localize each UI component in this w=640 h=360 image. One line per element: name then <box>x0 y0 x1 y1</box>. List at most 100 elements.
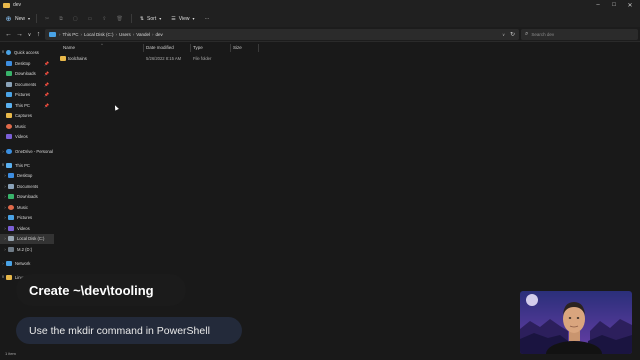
pictures-icon <box>6 92 12 97</box>
delete-button[interactable]: 🗑 <box>116 16 122 22</box>
overlay-headline: Create ~\dev\tooling <box>16 274 186 306</box>
star-icon <box>6 49 11 55</box>
sidebar-item-pictures[interactable]: Pictures 📌 <box>0 90 54 100</box>
pin-icon: 📌 <box>44 92 49 97</box>
forward-button[interactable]: → <box>15 30 24 39</box>
documents-icon <box>8 183 14 189</box>
linux-icon <box>6 274 12 280</box>
rename-button[interactable]: ▭ <box>88 16 93 22</box>
address-row: ← → ∨ ↑ › This PC › Local Disk (C:) › Us… <box>0 27 640 42</box>
pc-icon <box>6 162 12 168</box>
sidebar-item-downloads[interactable]: Downloads 📌 <box>0 69 54 79</box>
back-button[interactable]: ← <box>4 30 13 39</box>
paste-button[interactable]: ▢ <box>73 16 78 22</box>
sidebar-item-videos[interactable]: Videos <box>0 132 54 142</box>
sidebar-item-this-pc[interactable]: ∨ This PC <box>0 160 54 170</box>
sidebar-item-documents[interactable]: Documents 📌 <box>0 79 54 89</box>
documents-icon <box>6 81 12 87</box>
pictures-icon <box>8 215 14 220</box>
sidebar-item-desktop[interactable]: Desktop 📌 <box>0 58 54 68</box>
sidebar-item-captures[interactable]: Captures <box>0 111 54 121</box>
share-button[interactable]: ⇪ <box>102 16 106 22</box>
music-icon <box>6 123 12 129</box>
breadcrumb[interactable]: Users <box>119 32 131 37</box>
sidebar-item-pc-videos[interactable]: › Videos <box>0 223 54 233</box>
sidebar-item-pc-documents[interactable]: › Documents <box>0 181 54 191</box>
downloads-icon <box>8 194 14 199</box>
sidebar-item-this-pc-pinned[interactable]: This PC 📌 <box>0 100 54 110</box>
cloud-icon <box>6 148 12 154</box>
sidebar-item-pc-desktop[interactable]: › Desktop <box>0 171 54 181</box>
pin-icon: 📌 <box>44 102 49 108</box>
refresh-icon: ↻ <box>509 32 516 38</box>
up-button[interactable]: ↑ <box>34 30 43 39</box>
chevron-down-icon: ▾ <box>192 16 195 21</box>
webcam-image <box>520 291 632 354</box>
sidebar-item-m2-drive[interactable]: › M.2 (D:) <box>0 244 54 254</box>
folder-icon <box>3 2 10 8</box>
sidebar-item-pc-downloads[interactable]: › Downloads <box>0 192 54 202</box>
folder-icon <box>6 113 12 118</box>
command-bar: ⊕ New ▾ ✂ ⧉ ▢ ▭ ⇪ 🗑 ⇅ Sort ▾ ☰ View ▾ ··… <box>0 10 640 27</box>
file-name: toolchains <box>68 56 87 61</box>
videos-icon <box>6 134 12 139</box>
sidebar-item-pc-pictures[interactable]: › Pictures <box>0 213 54 223</box>
arrow-left-icon: ← <box>5 31 12 38</box>
plus-icon: ⊕ <box>5 15 12 23</box>
downloads-icon <box>6 71 12 76</box>
sort-icon: ⇅ <box>139 15 145 22</box>
sidebar-item-music[interactable]: Music <box>0 121 54 131</box>
paste-icon: ▢ <box>72 15 78 22</box>
chevron-down-icon[interactable]: ∨ <box>502 32 505 37</box>
pc-icon <box>6 102 12 108</box>
status-item-count: 1 item <box>5 351 16 356</box>
refresh-button[interactable]: ↻ <box>508 30 517 39</box>
sidebar-item-quick-access[interactable]: ∨ Quick access <box>0 47 54 57</box>
breadcrumb[interactable]: Local Disk (C:) <box>84 32 114 37</box>
view-icon: ☰ <box>171 15 176 22</box>
recent-button[interactable]: ∨ <box>25 30 34 39</box>
maximize-button[interactable]: □ <box>606 0 622 10</box>
sidebar-item-local-disk[interactable]: › Local Disk (C:) <box>0 233 54 244</box>
view-button[interactable]: ☰ View ▾ <box>171 16 194 22</box>
chevron-down-icon: ∨ <box>27 31 32 38</box>
column-header-date[interactable]: Date modified <box>146 45 174 50</box>
mouse-cursor <box>113 104 119 111</box>
file-date: 5/26/2022 8:15 AM <box>146 56 182 61</box>
sidebar-item-onedrive[interactable]: › OneDrive - Personal <box>0 146 54 156</box>
file-row[interactable]: toolchains 5/26/2022 8:15 AM File folder <box>58 54 268 63</box>
copy-icon: ⧉ <box>59 15 63 22</box>
pin-icon: 📌 <box>44 81 49 87</box>
desktop-icon <box>6 60 12 66</box>
music-icon <box>8 204 14 210</box>
column-headers: Name ^ Date modified Type Size <box>58 42 268 53</box>
arrow-up-icon: ↑ <box>36 31 41 38</box>
address-bar[interactable]: › This PC › Local Disk (C:) › Users › Va… <box>45 29 519 40</box>
sort-button[interactable]: ⇅ Sort ▾ <box>140 16 161 22</box>
minimize-button[interactable]: – <box>590 0 606 10</box>
pc-icon <box>49 32 56 37</box>
window-title: dev <box>13 2 22 8</box>
more-button[interactable]: ··· <box>204 16 209 22</box>
breadcrumb[interactable]: dev <box>155 32 162 37</box>
desktop-icon <box>8 173 14 178</box>
sidebar-item-pc-music[interactable]: › Music <box>0 202 54 212</box>
webcam-overlay <box>520 291 632 354</box>
new-button[interactable]: ⊕ New ▾ <box>5 15 30 23</box>
rename-icon: ▭ <box>87 15 93 22</box>
arrow-right-icon: → <box>16 31 23 38</box>
cut-button[interactable]: ✂ <box>45 16 49 22</box>
column-header-type[interactable]: Type <box>193 45 203 50</box>
sidebar-item-network[interactable]: › Network <box>0 258 54 268</box>
breadcrumb[interactable]: Vandel <box>136 32 150 37</box>
videos-icon <box>8 225 14 231</box>
folder-icon <box>60 56 66 61</box>
column-header-name[interactable]: Name <box>63 45 75 50</box>
file-type: File folder <box>193 56 212 61</box>
close-button[interactable]: ✕ <box>622 0 638 10</box>
search-input[interactable]: ⌕ Search dev <box>521 29 638 40</box>
column-header-size[interactable]: Size <box>233 45 242 50</box>
divider <box>130 14 132 23</box>
copy-button[interactable]: ⧉ <box>59 16 63 22</box>
breadcrumb[interactable]: This PC <box>63 32 79 37</box>
